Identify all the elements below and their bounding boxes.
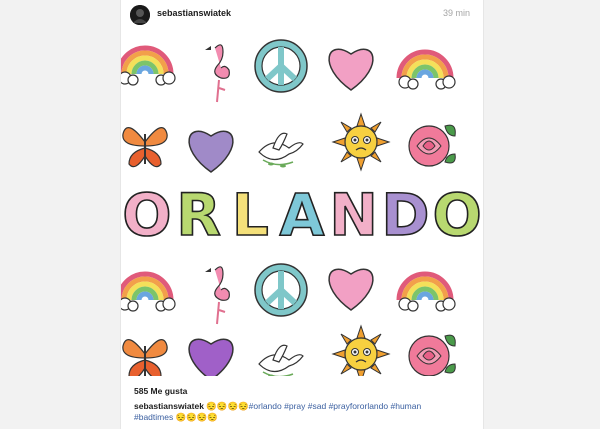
orlando-letter: N: [329, 181, 378, 249]
orlando-letter: R: [176, 181, 221, 249]
flamingo-icon: [204, 265, 231, 325]
rainbow-icon: [121, 48, 175, 85]
heart-icon: [328, 48, 374, 91]
sun-icon: [332, 325, 390, 376]
butterfly-icon: [121, 126, 169, 168]
caption-emoji: 😔😔😔😔: [175, 412, 218, 422]
hashtag-link[interactable]: #orlando: [249, 401, 282, 411]
dove-icon: [258, 344, 304, 376]
hashtag-link[interactable]: #sad: [308, 401, 326, 411]
rose-icon: [408, 124, 456, 167]
rainbow-icon: [399, 52, 455, 89]
orlando-lettering: ORLANDO: [121, 180, 482, 250]
dove-icon: [258, 132, 304, 169]
heart-icon: [188, 130, 234, 173]
instagram-post: sebastianswiatek 39 min O R L A N D O 58…: [120, 0, 484, 429]
butterfly-icon: [121, 338, 169, 376]
hashtag-link[interactable]: #pray: [284, 401, 305, 411]
orlando-letter: O: [432, 181, 481, 249]
rainbow-icon: [121, 274, 175, 311]
rose-icon: [408, 334, 456, 376]
caption-username[interactable]: sebastianswiatek: [134, 401, 204, 411]
post-header: sebastianswiatek 39 min: [121, 0, 483, 30]
sun-icon: [332, 113, 390, 171]
rainbow-icon: [399, 274, 455, 311]
heart-icon: [188, 338, 234, 376]
hashtag-link[interactable]: #badtimes: [134, 412, 173, 422]
post-image: ORLANDO: [121, 30, 483, 376]
likes-count[interactable]: 585 Me gusta: [134, 386, 187, 396]
flamingo-icon: [204, 43, 231, 103]
avatar-photo-icon: [130, 5, 150, 25]
hashtag-link[interactable]: #prayfororlando: [329, 401, 389, 411]
heart-icon: [328, 268, 374, 311]
caption: sebastianswiatek 😔😔😔😔#orlando #pray #sad…: [134, 401, 469, 423]
orlando-letter: D: [381, 181, 429, 249]
hashtag-link[interactable]: #human: [391, 401, 422, 411]
avatar[interactable]: [130, 5, 150, 25]
username-link[interactable]: sebastianswiatek: [157, 8, 231, 18]
timestamp: 39 min: [442, 8, 470, 18]
peace-sign-icon: [255, 264, 307, 316]
orlando-letter: A: [280, 181, 325, 249]
peace-sign-icon: [255, 40, 307, 92]
orlando-letter: L: [232, 181, 269, 249]
orlando-letter: O: [122, 181, 171, 249]
caption-emoji: 😔😔😔😔: [206, 401, 249, 411]
